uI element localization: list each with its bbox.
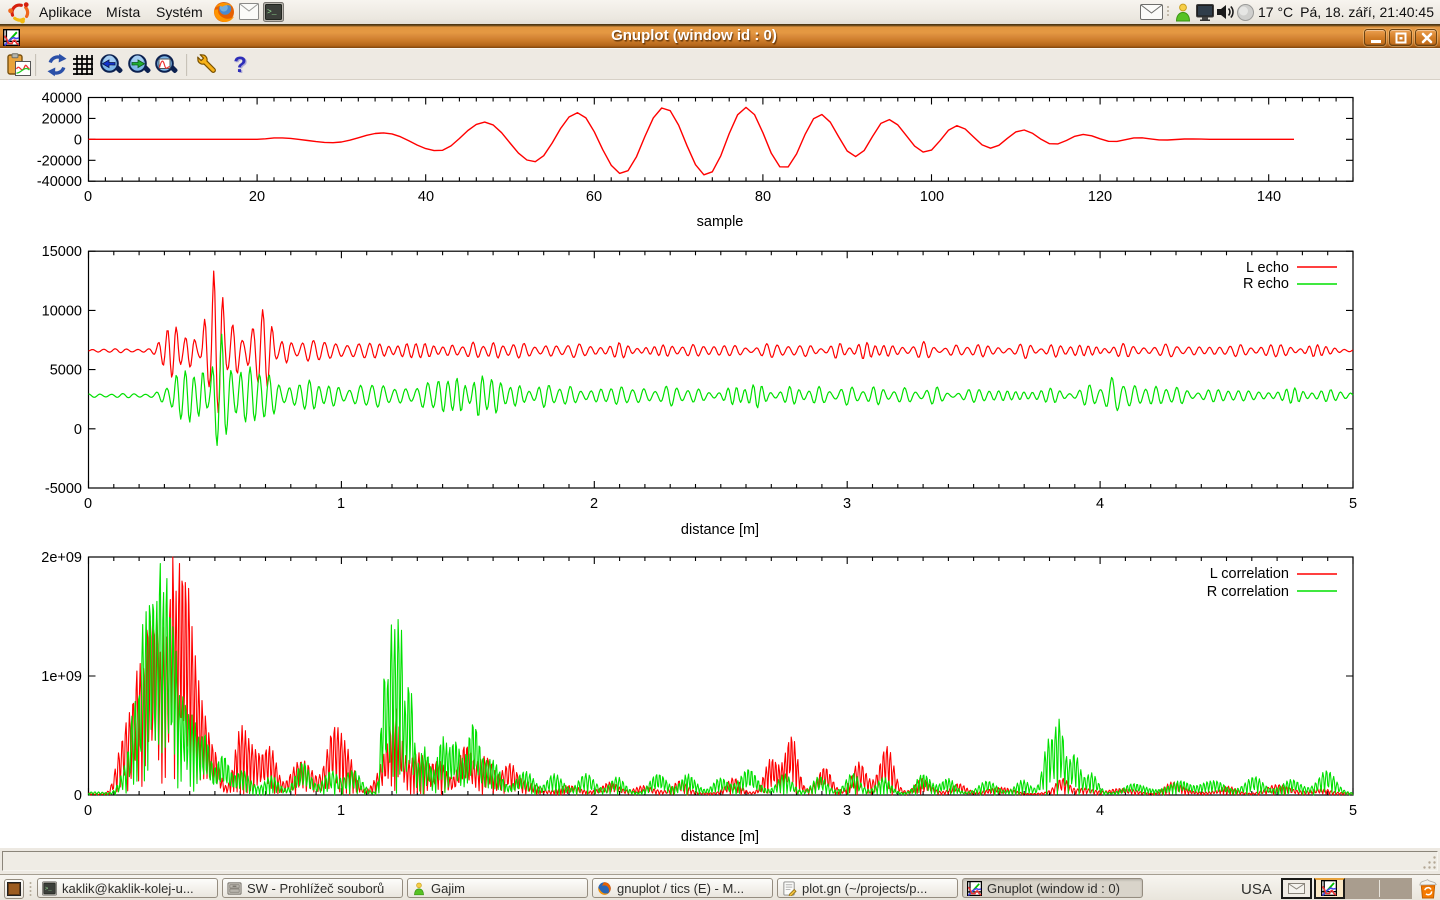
svg-text:100: 100 [920, 189, 944, 205]
svg-text:sample: sample [697, 214, 744, 230]
svg-text:5: 5 [1349, 496, 1357, 512]
svg-text:L correlation: L correlation [1210, 566, 1289, 582]
svg-text:5000: 5000 [50, 363, 82, 379]
svg-text:L echo: L echo [1246, 260, 1289, 276]
svg-text:0: 0 [84, 189, 92, 205]
svg-text:1e+09: 1e+09 [41, 669, 82, 685]
svg-text:1: 1 [337, 803, 345, 819]
svg-text:4: 4 [1096, 496, 1104, 512]
svg-text:10000: 10000 [42, 303, 82, 319]
svg-text:5: 5 [1349, 803, 1357, 819]
svg-text:-40000: -40000 [37, 174, 82, 190]
svg-text:0: 0 [74, 132, 82, 148]
svg-text:distance [m]: distance [m] [681, 829, 759, 845]
svg-text:120: 120 [1088, 189, 1112, 205]
svg-text:60: 60 [586, 189, 602, 205]
svg-text:R correlation: R correlation [1207, 584, 1289, 600]
svg-text:distance [m]: distance [m] [681, 522, 759, 538]
svg-text:140: 140 [1257, 189, 1281, 205]
svg-text:>_: >_ [267, 8, 277, 17]
svg-text:2: 2 [590, 803, 598, 819]
svg-text:-5000: -5000 [45, 481, 82, 497]
svg-text:1: 1 [337, 496, 345, 512]
svg-text:15000: 15000 [42, 244, 82, 260]
svg-text:80: 80 [755, 189, 771, 205]
svg-text:R echo: R echo [1243, 276, 1289, 292]
svg-text:3: 3 [843, 496, 851, 512]
svg-text:0: 0 [74, 788, 82, 804]
svg-text:40: 40 [418, 189, 434, 205]
svg-text:2e+09: 2e+09 [41, 550, 82, 566]
svg-text:3: 3 [843, 803, 851, 819]
svg-text:20: 20 [249, 189, 265, 205]
svg-text:0: 0 [74, 422, 82, 438]
svg-text:0: 0 [84, 803, 92, 819]
svg-text:>_: >_ [45, 884, 52, 891]
svg-text:4: 4 [1096, 803, 1104, 819]
svg-text:2: 2 [590, 496, 598, 512]
svg-text:20000: 20000 [42, 111, 82, 127]
svg-text:-20000: -20000 [37, 153, 82, 169]
svg-text:40000: 40000 [42, 91, 82, 107]
svg-text:0: 0 [84, 496, 92, 512]
